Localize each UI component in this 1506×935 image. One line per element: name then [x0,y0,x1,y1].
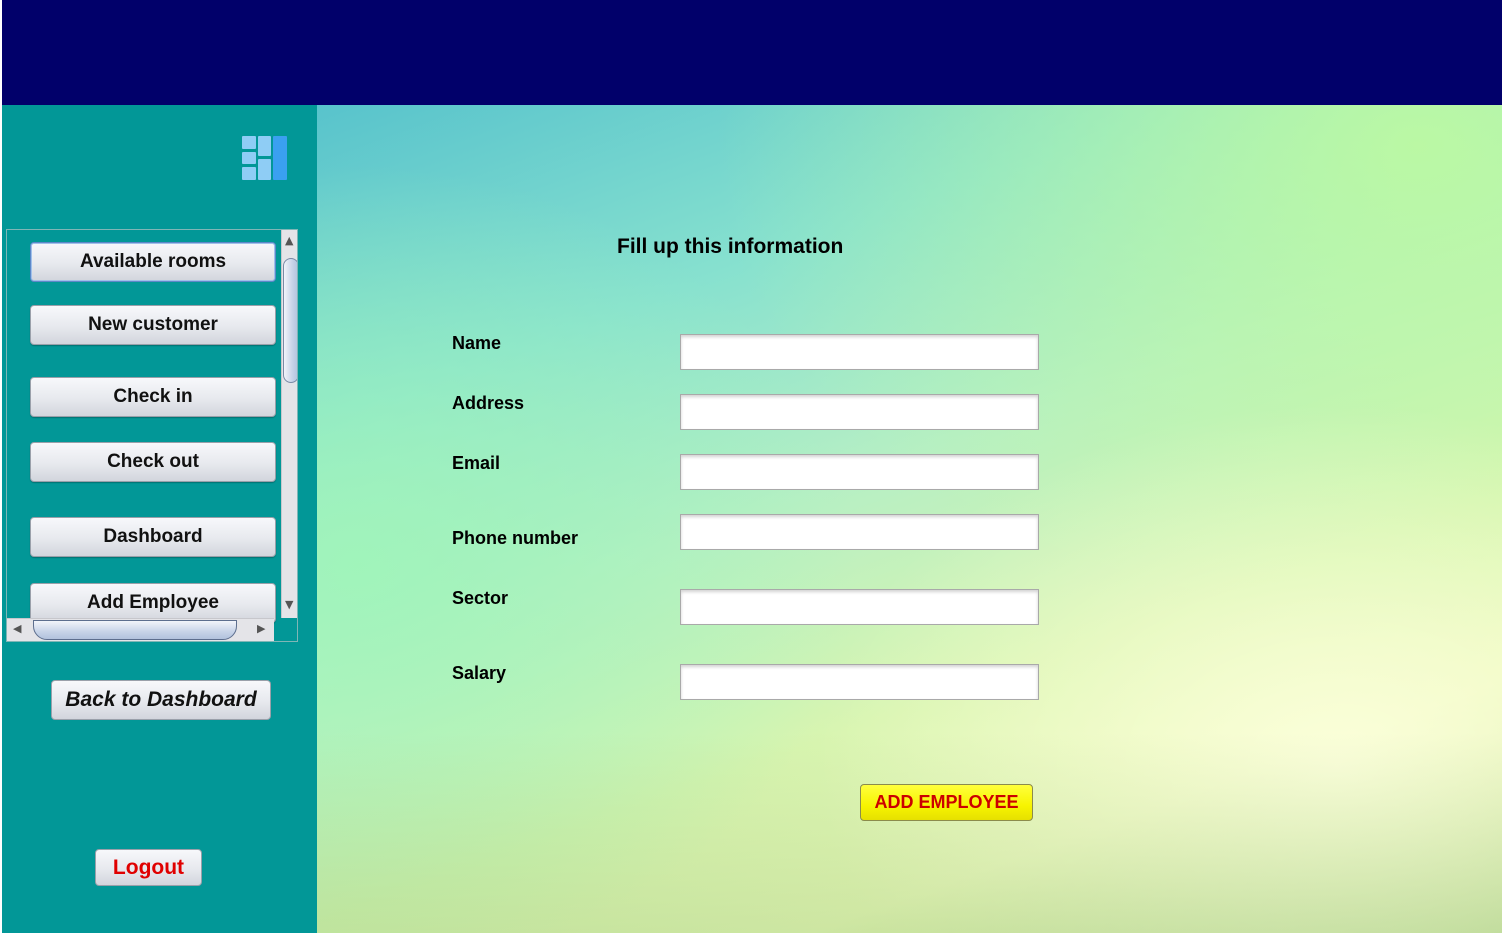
navigation-scroll-panel[interactable]: Available rooms New customer Check in Ch… [6,229,298,642]
dashboard-grid-icon [240,135,288,181]
horizontal-scroll-thumb[interactable] [33,620,237,640]
new-customer-button[interactable]: New customer [30,305,276,345]
name-label: Name [452,333,502,353]
check-out-button[interactable]: Check out [30,442,276,482]
vertical-scrollbar[interactable]: ▲ ▼ [281,230,297,618]
scroll-down-arrow-icon[interactable]: ▼ [285,598,293,612]
email-input[interactable] [680,454,1039,490]
available-rooms-button[interactable]: Available rooms [30,242,276,282]
salary-input[interactable] [680,664,1039,700]
address-label: Address [452,393,525,413]
sector-input[interactable] [680,589,1039,625]
scroll-up-arrow-icon[interactable]: ▲ [285,234,293,248]
form-title: Fill up this information [617,235,844,258]
salary-label: Salary [452,663,507,683]
vertical-scroll-thumb[interactable] [283,258,297,383]
check-in-button[interactable]: Check in [30,377,276,417]
scroll-right-arrow-icon[interactable]: ▶ [257,622,265,636]
sector-label: Sector [452,588,509,608]
phone-number-label: Phone number [452,528,579,548]
dashboard-button[interactable]: Dashboard [30,517,276,557]
email-label: Email [452,453,501,473]
phone-number-input[interactable] [680,514,1039,550]
scroll-left-arrow-icon[interactable]: ◀ [13,622,21,636]
add-employee-submit-button[interactable]: ADD EMPLOYEE [860,784,1033,821]
name-input[interactable] [680,334,1039,370]
horizontal-scrollbar[interactable]: ◀ ▶ [7,618,274,641]
add-employee-nav-button[interactable]: Add Employee [30,583,276,623]
logout-button[interactable]: Logout [95,849,202,886]
back-to-dashboard-button[interactable]: Back to Dashboard [51,680,271,720]
top-header-bar [2,0,1502,105]
address-input[interactable] [680,394,1039,430]
